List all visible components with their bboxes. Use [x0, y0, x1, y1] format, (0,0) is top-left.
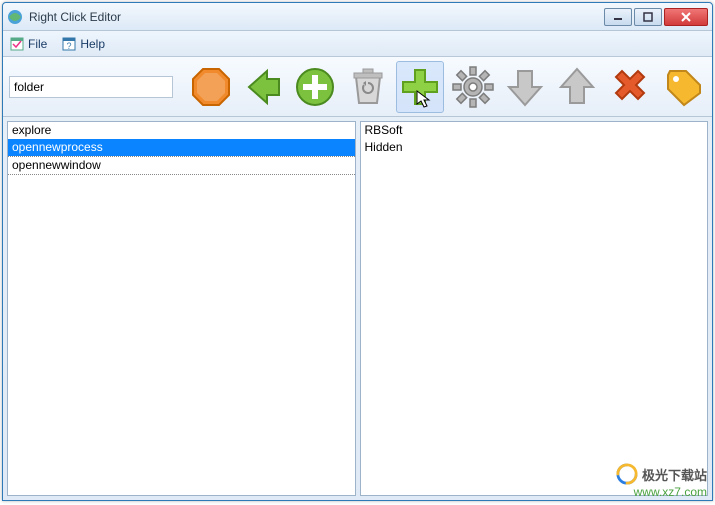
- menu-help-label: Help: [80, 37, 105, 51]
- content-area: exploreopennewprocessopennewwindow RBSof…: [3, 117, 712, 500]
- add-circle-icon: [293, 65, 337, 109]
- maximize-button[interactable]: [634, 8, 662, 26]
- back-arrow-icon: [241, 65, 285, 109]
- help-icon: ?: [61, 36, 77, 52]
- tag-button[interactable]: [658, 61, 706, 113]
- delete-button[interactable]: [605, 61, 653, 113]
- svg-text:?: ?: [67, 41, 72, 51]
- arrow-down-icon: [503, 65, 547, 109]
- file-icon: [9, 36, 25, 52]
- stop-button[interactable]: [187, 61, 235, 113]
- window-controls: [604, 8, 708, 26]
- search-input[interactable]: [9, 76, 173, 98]
- tag-icon: [660, 65, 704, 109]
- up-button[interactable]: [553, 61, 601, 113]
- titlebar: Right Click Editor: [3, 3, 712, 31]
- menu-file-label: File: [28, 37, 47, 51]
- down-button[interactable]: [501, 61, 549, 113]
- recycle-bin-icon: [346, 65, 390, 109]
- list-item[interactable]: opennewprocess: [8, 139, 355, 156]
- gear-icon: [451, 65, 495, 109]
- right-list-panel[interactable]: RBSoftHidden: [360, 121, 709, 496]
- list-item[interactable]: RBSoft: [361, 122, 708, 139]
- menu-file[interactable]: File: [9, 36, 47, 52]
- arrow-up-icon: [555, 65, 599, 109]
- delete-x-icon: [608, 65, 652, 109]
- plus-icon: [398, 65, 442, 109]
- menu-help[interactable]: ? Help: [61, 36, 105, 52]
- add-button[interactable]: [291, 61, 339, 113]
- minimize-button[interactable]: [604, 8, 632, 26]
- window-title: Right Click Editor: [29, 10, 604, 24]
- list-item[interactable]: opennewwindow: [8, 156, 355, 175]
- stop-icon: [189, 65, 233, 109]
- app-icon: [7, 9, 23, 25]
- list-item[interactable]: Hidden: [361, 139, 708, 156]
- toolbar: [3, 57, 712, 117]
- menubar: File ? Help: [3, 31, 712, 57]
- left-list-panel[interactable]: exploreopennewprocessopennewwindow: [7, 121, 356, 496]
- app-window: Right Click Editor File ? Help: [2, 2, 713, 501]
- recycle-button[interactable]: [344, 61, 392, 113]
- back-button[interactable]: [239, 61, 287, 113]
- plus-button[interactable]: [396, 61, 444, 113]
- close-button[interactable]: [664, 8, 708, 26]
- list-item[interactable]: explore: [8, 122, 355, 139]
- settings-button[interactable]: [448, 61, 496, 113]
